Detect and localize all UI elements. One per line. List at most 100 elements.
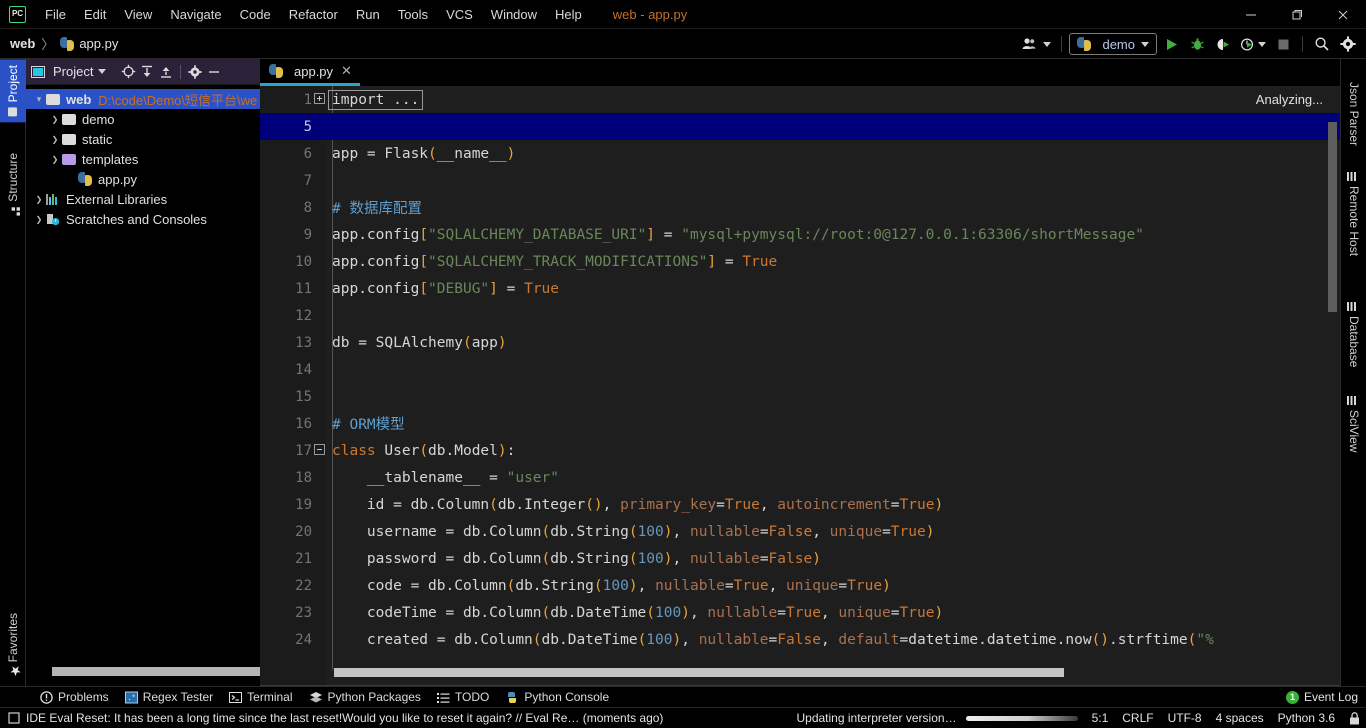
code-token: nullable: [689, 523, 760, 540]
run-configuration-selector[interactable]: demo: [1069, 33, 1157, 55]
code-line[interactable]: 12: [260, 302, 1340, 329]
code-line[interactable]: 15: [260, 383, 1340, 410]
tree-item-static[interactable]: ❯ static: [26, 129, 260, 149]
chevron-right-icon[interactable]: ❯: [32, 195, 46, 204]
breadcrumb-app-py[interactable]: app.py: [60, 36, 118, 51]
menu-item-file[interactable]: File: [36, 4, 75, 25]
tab-app-py[interactable]: app.py ✕: [260, 59, 360, 86]
code-line[interactable]: 13 db = SQLAlchemy(app): [260, 329, 1340, 356]
sidebar-item-project[interactable]: Project: [0, 59, 26, 123]
right-tab-sciview[interactable]: SciView: [1341, 389, 1366, 459]
code-line[interactable]: 20 username = db.Column(db.String(100), …: [260, 518, 1340, 545]
bottom-tab-python-console[interactable]: Python Console: [497, 687, 617, 708]
chevron-right-icon[interactable]: ❯: [32, 215, 46, 224]
stop-icon[interactable]: [1271, 32, 1295, 56]
editor-vertical-scrollbar[interactable]: [1328, 122, 1337, 312]
code-line[interactable]: 24 created = db.Column(db.DateTime(100),…: [260, 626, 1340, 653]
maximize-icon[interactable]: [1274, 0, 1320, 29]
tree-item-demo[interactable]: ❯ demo: [26, 109, 260, 129]
menu-item-vcs[interactable]: VCS: [437, 4, 482, 25]
code-line[interactable]: 10 app.config["SQLALCHEMY_TRACK_MODIFICAT…: [260, 248, 1340, 275]
run-play-icon[interactable]: [1159, 32, 1183, 56]
expand-all-icon[interactable]: [139, 64, 155, 80]
tree-item-web[interactable]: ▾ web D:\code\Demo\短信平台\we: [26, 89, 260, 109]
menu-item-help[interactable]: Help: [546, 4, 591, 25]
chevron-right-icon[interactable]: ❯: [48, 135, 62, 144]
menu-item-run[interactable]: Run: [347, 4, 389, 25]
chevron-right-icon[interactable]: ❯: [48, 115, 62, 124]
right-tab-json-parser[interactable]: Json Parser: [1341, 61, 1366, 153]
run-with-coverage-icon[interactable]: [1211, 32, 1235, 56]
fold-collapse-icon[interactable]: [312, 443, 326, 458]
bottom-tab-python-packages[interactable]: Python Packages: [301, 687, 429, 708]
menu-item-view[interactable]: View: [115, 4, 161, 25]
tree-item-scratches-and-consoles[interactable]: ❯ Scratches and Consoles: [26, 209, 260, 229]
close-icon[interactable]: [1320, 0, 1366, 29]
project-view-icon[interactable]: [30, 64, 46, 80]
menu-item-navigate[interactable]: Navigate: [161, 4, 230, 25]
sidebar-item-structure[interactable]: Structure: [0, 147, 26, 222]
breadcrumb-web[interactable]: web: [10, 36, 35, 51]
code-line[interactable]: 23 codeTime = db.Column(db.DateTime(100)…: [260, 599, 1340, 626]
chevron-down-icon[interactable]: ▾: [32, 94, 46, 105]
select-opened-file-icon[interactable]: [120, 64, 136, 80]
gear-icon[interactable]: [1336, 32, 1360, 56]
chevron-down-icon[interactable]: [98, 69, 107, 74]
code-line[interactable]: 6 app = Flask(__name__): [260, 140, 1340, 167]
menu-item-edit[interactable]: Edit: [75, 4, 115, 25]
code-line[interactable]: 5: [260, 113, 1340, 140]
tree-item-app-py[interactable]: app.py: [26, 169, 260, 189]
code-line[interactable]: 18 __tablename__ = "user": [260, 464, 1340, 491]
code-line[interactable]: 7: [260, 167, 1340, 194]
profile-icon[interactable]: [1237, 32, 1269, 56]
bottom-tab-problems[interactable]: Problems: [32, 687, 117, 708]
right-tab-remote-host[interactable]: Remote Host: [1341, 165, 1366, 263]
fold-expand-icon[interactable]: [312, 92, 326, 107]
code-editor[interactable]: 1 import ... 5 6 app = Flask(__name__) 7 8 # 数据…: [260, 86, 1340, 686]
bottom-tab-regex-tester[interactable]: .* Regex Tester: [117, 687, 221, 708]
hide-panel-icon[interactable]: [206, 64, 222, 80]
sidebar-item-favorites[interactable]: Favorites: [0, 607, 26, 682]
code-line[interactable]: 19 id = db.Column(db.Integer(), primary_…: [260, 491, 1340, 518]
code-token: 数据库配置: [349, 201, 422, 217]
code-line[interactable]: 11 app.config["DEBUG"] = True: [260, 275, 1340, 302]
code-token: db.String: [550, 550, 629, 567]
bottom-tab-terminal[interactable]: Terminal: [221, 687, 300, 708]
code-text: # 数据库配置: [326, 197, 422, 218]
line-separator[interactable]: CRLF: [1122, 711, 1153, 725]
code-line[interactable]: 9 app.config["SQLALCHEMY_DATABASE_URI"] =…: [260, 221, 1340, 248]
lock-icon[interactable]: [1349, 711, 1360, 725]
menu-item-code[interactable]: Code: [231, 4, 280, 25]
code-line[interactable]: 8 # 数据库配置: [260, 194, 1340, 221]
event-log-button[interactable]: 1 Event Log: [1285, 690, 1358, 704]
code-line[interactable]: 1 import ...: [260, 86, 1340, 113]
menu-item-tools[interactable]: Tools: [389, 4, 437, 25]
gear-icon[interactable]: [187, 64, 203, 80]
code-line[interactable]: 22 code = db.Column(db.String(100), null…: [260, 572, 1340, 599]
project-horizontal-scrollbar[interactable]: [52, 667, 274, 676]
tree-item-external-libraries[interactable]: ❯ External Libraries: [26, 189, 260, 209]
code-line[interactable]: 21 password = db.Column(db.String(100), …: [260, 545, 1340, 572]
status-message[interactable]: IDE Eval Reset: It has been a long time …: [8, 711, 663, 725]
minimize-icon[interactable]: [1228, 0, 1274, 29]
tree-item-templates[interactable]: ❯ templates: [26, 149, 260, 169]
user-accounts-icon[interactable]: [1019, 32, 1054, 56]
python-interpreter[interactable]: Python 3.6: [1278, 711, 1335, 725]
search-icon[interactable]: [1310, 32, 1334, 56]
code-line[interactable]: 14: [260, 356, 1340, 383]
collapse-all-icon[interactable]: [158, 64, 174, 80]
menu-item-refactor[interactable]: Refactor: [280, 4, 347, 25]
debug-bug-icon[interactable]: [1185, 32, 1209, 56]
editor-horizontal-scrollbar[interactable]: [334, 668, 1064, 677]
close-icon[interactable]: ✕: [341, 63, 352, 79]
background-task-progress[interactable]: Updating interpreter version…: [796, 711, 1078, 725]
menu-item-window[interactable]: Window: [482, 4, 546, 25]
code-line[interactable]: 16 # ORM模型: [260, 410, 1340, 437]
right-tab-database[interactable]: Database: [1341, 295, 1366, 374]
code-line[interactable]: 17 class User(db.Model):: [260, 437, 1340, 464]
file-encoding[interactable]: UTF-8: [1168, 711, 1202, 725]
caret-position[interactable]: 5:1: [1092, 711, 1109, 725]
chevron-right-icon[interactable]: ❯: [48, 155, 62, 164]
indent-setting[interactable]: 4 spaces: [1216, 711, 1264, 725]
bottom-tab-todo[interactable]: TODO: [429, 687, 497, 708]
